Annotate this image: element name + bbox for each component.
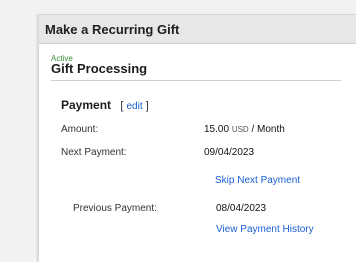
amount-value: 15.00 USD / Month [204,124,285,135]
edit-bracket: [ edit ] [120,100,148,112]
amount-currency: USD [231,125,249,134]
previous-payment-date: 08/04/2023 [216,203,267,214]
edit-bracket-open: [ [120,100,124,112]
amount-label: Amount: [61,124,99,135]
skip-next-payment-link[interactable]: Skip Next Payment [215,175,300,186]
gift-processing-title: Gift Processing [51,61,148,76]
edit-bracket-close: ] [145,100,149,112]
panel-header: Make a Recurring Gift [39,14,356,44]
previous-payment-label: Previous Payment: [73,203,157,214]
view-payment-history-link[interactable]: View Payment History [216,224,314,235]
amount-number: 15.00 [204,124,230,135]
next-payment-label: Next Payment: [61,147,127,158]
amount-period: / Month [251,124,285,135]
edit-link[interactable]: edit [127,101,143,112]
page: Make a Recurring Gift Active Gift Proces… [0,0,356,262]
payment-heading-label: Payment [61,98,112,112]
payment-heading: Payment [ edit ] [61,98,149,112]
next-payment-date: 09/04/2023 [204,147,255,158]
panel-title: Make a Recurring Gift [45,22,180,37]
section-divider [51,80,341,81]
